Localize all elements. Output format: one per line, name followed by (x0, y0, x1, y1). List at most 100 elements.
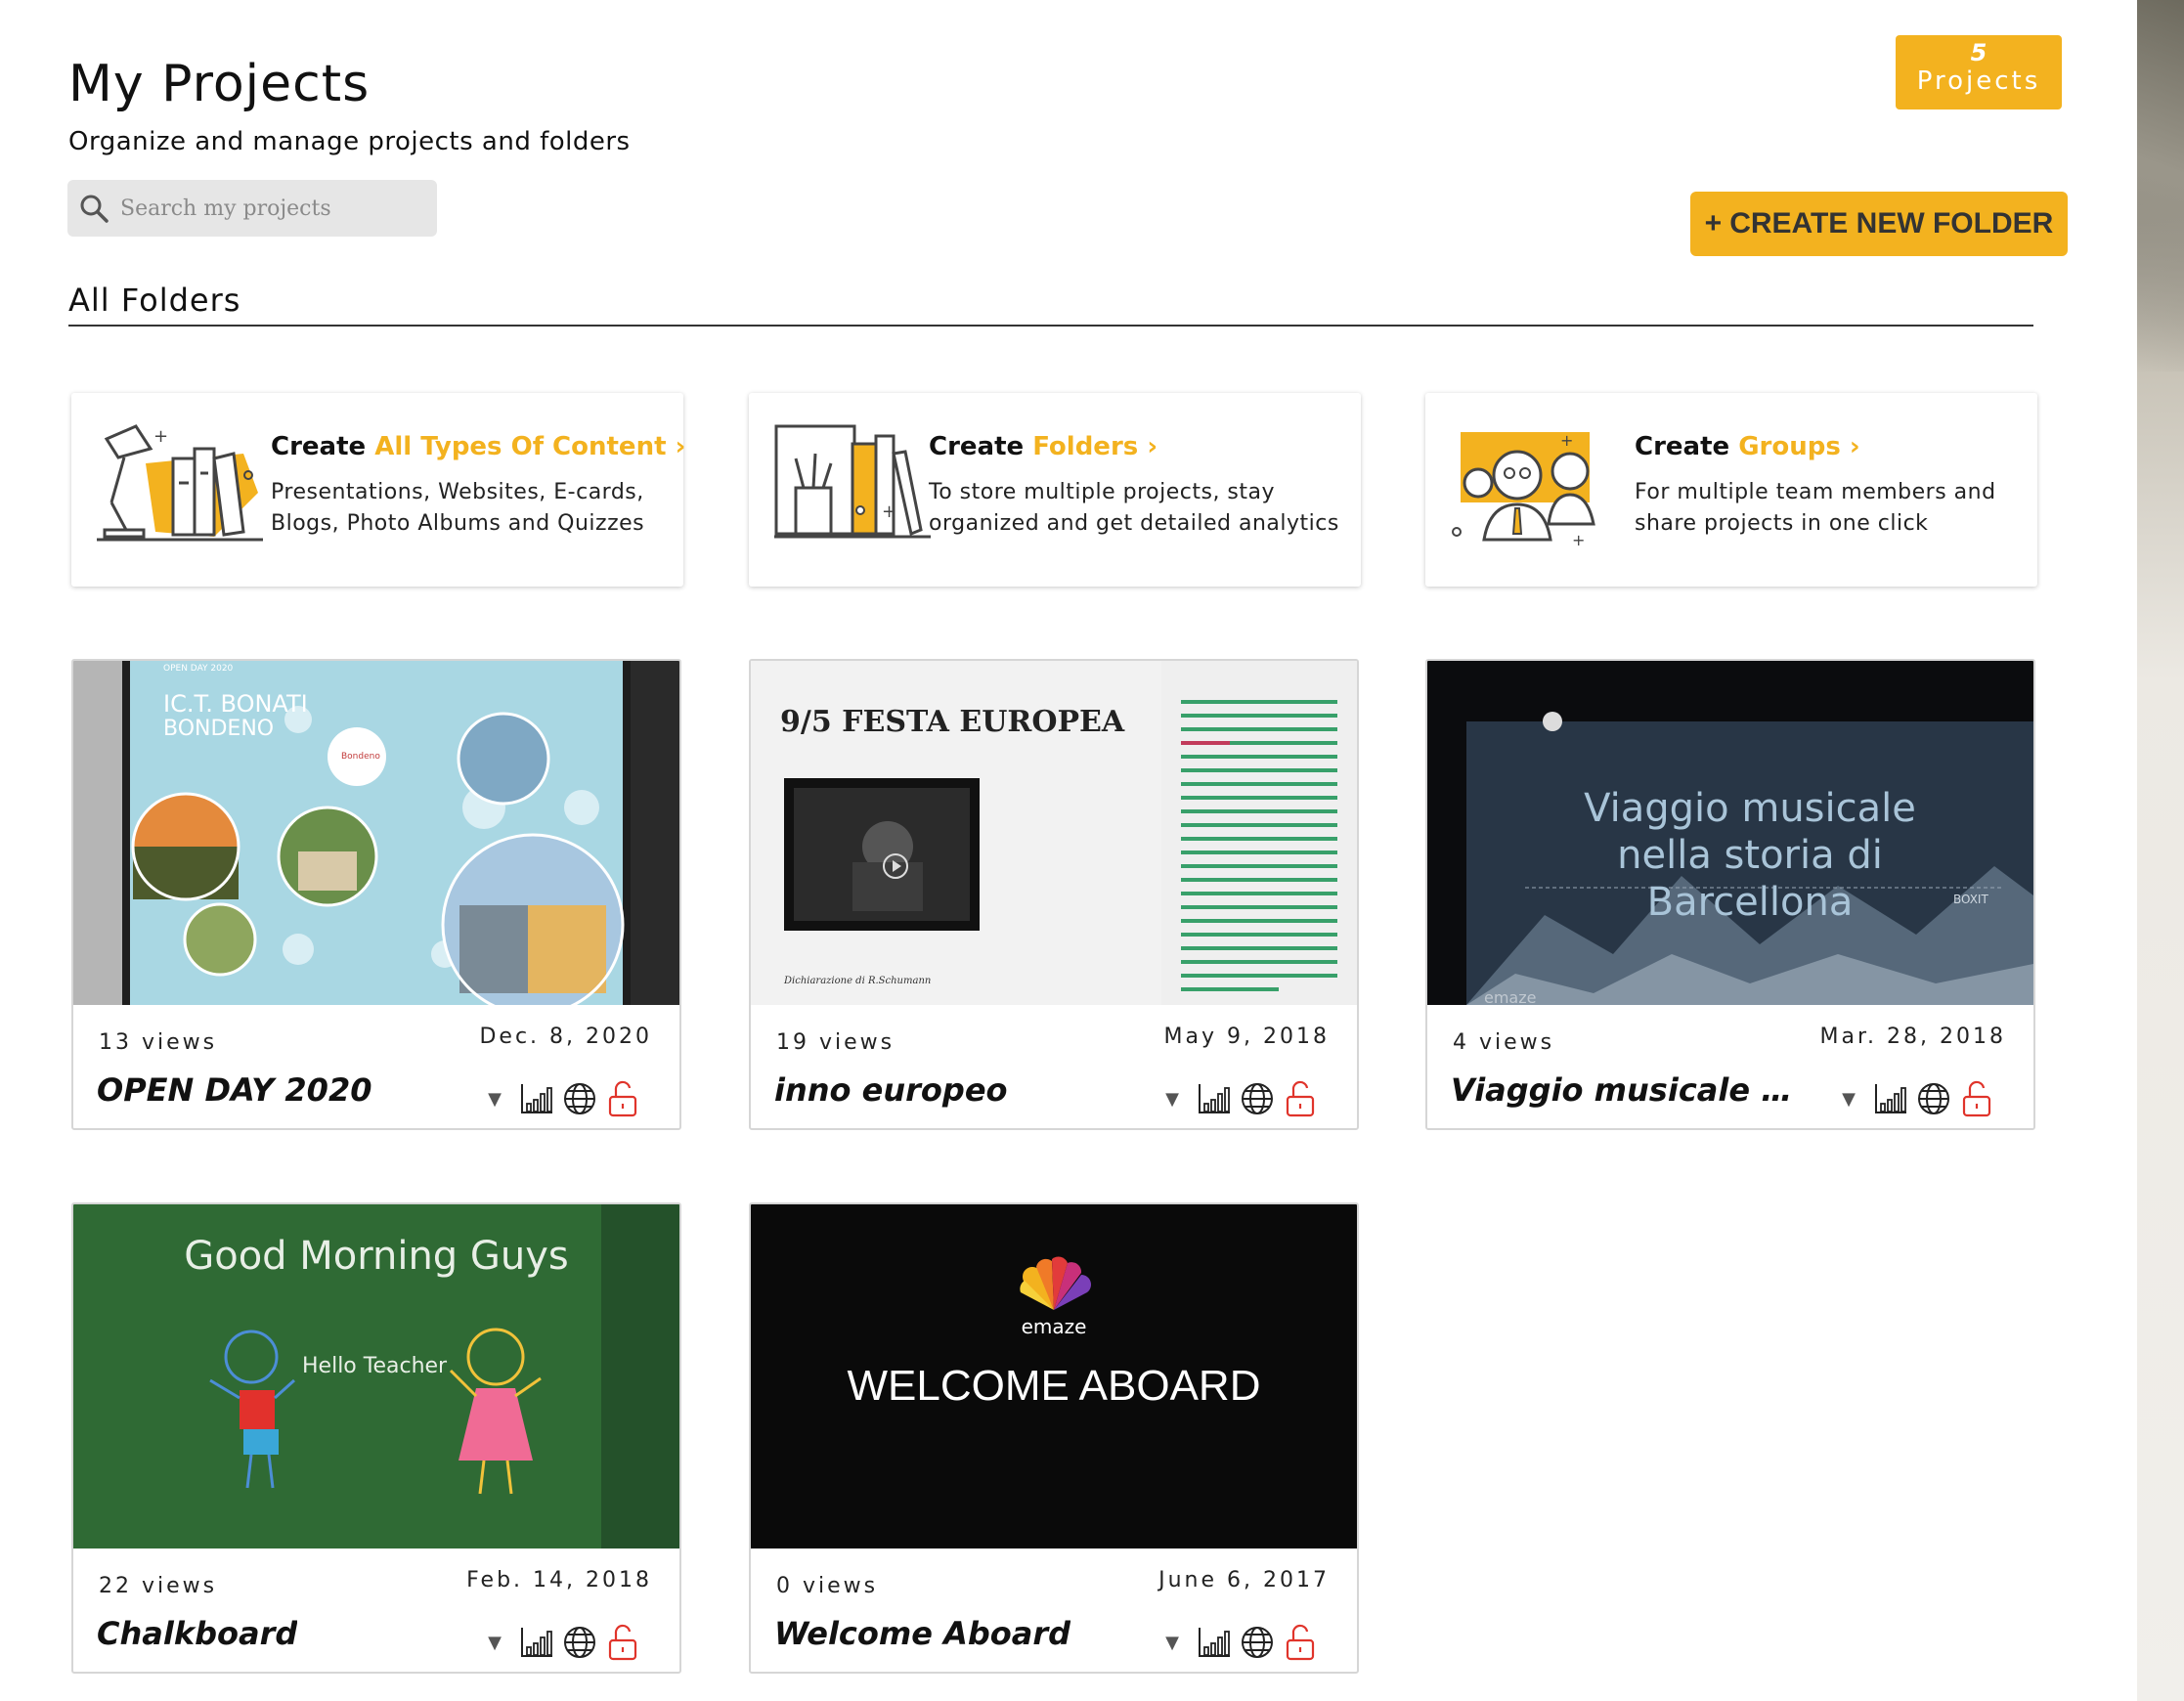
unlock-icon[interactable] (1283, 1623, 1318, 1662)
project-title[interactable]: OPEN DAY 2020 (97, 1071, 371, 1109)
project-card[interactable]: Good Morning Guys Hello Teacher 22 views… (71, 1202, 681, 1674)
project-date: Feb. 14, 2018 (466, 1568, 652, 1592)
promo-card-content[interactable]: + Create All Types Of Content › Presenta… (71, 393, 686, 587)
thumb-line: nella storia di (1617, 833, 1883, 878)
project-date: Dec. 8, 2020 (479, 1025, 652, 1049)
chevron-right-icon: › (675, 432, 686, 461)
thumb-line: BONDENO (163, 717, 274, 741)
project-title[interactable]: Viaggio musicale n... (1451, 1071, 1813, 1109)
globe-icon[interactable] (1916, 1081, 1951, 1116)
project-title[interactable]: Chalkboard (97, 1615, 297, 1652)
project-thumbnail[interactable]: OPEN DAY 2020 IC.T. BONATI BONDENO Bonde… (73, 661, 679, 1005)
analytics-icon[interactable] (1197, 1626, 1232, 1659)
unlock-icon[interactable] (1283, 1079, 1318, 1118)
promo-prefix: Create (271, 432, 367, 461)
section-title: All Folders (68, 282, 241, 319)
thumb-line: Viaggio musicale (1584, 786, 1916, 831)
unlock-icon[interactable] (605, 1079, 640, 1118)
create-new-folder-button[interactable]: + CREATE NEW FOLDER (1690, 192, 2068, 256)
search-icon (80, 195, 109, 223)
thumb-tag: BOXIT (1953, 893, 1988, 906)
views-count: 0 views (776, 1574, 879, 1598)
desk-lamp-books-illustration: + (97, 424, 263, 542)
views-count: 13 views (99, 1030, 218, 1055)
dropdown-arrow-icon[interactable]: ▼ (1165, 1089, 1179, 1110)
thumb-brand: emaze (1022, 1315, 1087, 1338)
thumb-heading: 9/5 FESTA EUROPEA (780, 705, 1125, 739)
promo-card-folders[interactable]: + Create Folders › To store multiple pro… (749, 393, 1361, 587)
promo-card-groups[interactable]: + + Create Groups › For multiple team me… (1425, 393, 2037, 587)
thumb-line: Barcellona (1647, 880, 1854, 925)
project-title[interactable]: Welcome Aboard (774, 1615, 1070, 1652)
svg-text:+: + (1572, 531, 1585, 549)
globe-icon[interactable] (1240, 1081, 1275, 1116)
svg-text:+: + (882, 502, 896, 522)
project-date: Mar. 28, 2018 (1819, 1025, 2006, 1049)
projects-count-label: Projects (1916, 66, 2041, 96)
thumb-line: IC.T. BONATI (163, 690, 308, 718)
search-box[interactable] (67, 180, 437, 237)
svg-text:+: + (153, 426, 168, 447)
project-date: May 9, 2018 (1163, 1025, 1330, 1049)
project-card[interactable]: emaze WELCOME ABOARD 0 views June 6, 201… (749, 1202, 1359, 1674)
project-card[interactable]: 9/5 FESTA EUROPEA Dichiarazione di R.Sch… (749, 659, 1359, 1130)
project-title[interactable]: inno europeo (774, 1071, 1008, 1109)
globe-icon[interactable] (1240, 1625, 1275, 1660)
create-new-folder-label: CREATE NEW FOLDER (1729, 207, 2054, 240)
dropdown-arrow-icon[interactable]: ▼ (488, 1633, 502, 1653)
project-thumbnail[interactable]: emaze WELCOME ABOARD (751, 1204, 1357, 1548)
svg-text:+: + (1560, 431, 1573, 450)
analytics-icon[interactable] (519, 1082, 554, 1115)
page-title: My Projects (68, 55, 371, 113)
dropdown-arrow-icon[interactable]: ▼ (1842, 1089, 1856, 1110)
plus-icon: + (1704, 207, 1723, 240)
search-input[interactable] (118, 195, 415, 222)
unlock-icon[interactable] (1959, 1079, 1994, 1118)
promo-desc-line: share projects in one click (1635, 511, 1929, 536)
promo-desc-line: Presentations, Websites, E-cards, (271, 480, 644, 504)
project-actions: ▼ (1165, 1623, 1318, 1662)
thumb-heading: Good Morning Guys (184, 1234, 569, 1279)
views-count: 22 views (99, 1574, 218, 1598)
project-thumbnail[interactable]: Viaggio musicale nella storia di Barcell… (1427, 661, 2033, 1005)
promo-desc-line: For multiple team members and (1635, 480, 1996, 504)
analytics-icon[interactable] (1197, 1082, 1232, 1115)
globe-icon[interactable] (562, 1625, 597, 1660)
thumb-tag: OPEN DAY 2020 (163, 664, 234, 674)
dropdown-arrow-icon[interactable]: ▼ (488, 1089, 502, 1110)
dropdown-arrow-icon[interactable]: ▼ (1165, 1633, 1179, 1653)
team-group-illustration: + + (1452, 431, 1595, 549)
project-actions: ▼ (488, 1079, 640, 1118)
promo-link-folders[interactable]: Folders (1032, 432, 1138, 461)
thumb-heading: WELCOME ABOARD (848, 1362, 1261, 1410)
chevron-right-icon: › (1849, 432, 1860, 461)
analytics-icon[interactable] (519, 1626, 554, 1659)
project-thumbnail[interactable]: Good Morning Guys Hello Teacher (73, 1204, 679, 1548)
background-strip (2137, 0, 2184, 1701)
project-actions: ▼ (1165, 1079, 1318, 1118)
promo-link-groups[interactable]: Groups (1738, 432, 1841, 461)
page-subtitle: Organize and manage projects and folders (68, 127, 631, 156)
project-card[interactable]: Viaggio musicale nella storia di Barcell… (1425, 659, 2035, 1130)
chevron-right-icon: › (1147, 432, 1158, 461)
views-count: 4 views (1453, 1030, 1555, 1055)
promo-prefix: Create (1635, 432, 1730, 461)
analytics-icon[interactable] (1873, 1082, 1908, 1115)
projects-count-badge: 5 Projects (1896, 35, 2062, 109)
promo-prefix: Create (929, 432, 1025, 461)
unlock-icon[interactable] (605, 1623, 640, 1662)
section-divider (68, 325, 2033, 327)
project-thumbnail[interactable]: 9/5 FESTA EUROPEA Dichiarazione di R.Sch… (751, 661, 1357, 1005)
project-actions: ▼ (1842, 1079, 1994, 1118)
thumb-caption: Dichiarazione di R.Schumann (783, 976, 931, 986)
folders-shelf-illustration: + (774, 424, 931, 539)
thumb-bubble: Hello Teacher (302, 1354, 448, 1378)
thumb-brand: emaze (1484, 988, 1536, 1005)
globe-icon[interactable] (562, 1081, 597, 1116)
views-count: 19 views (776, 1030, 895, 1055)
project-card[interactable]: OPEN DAY 2020 IC.T. BONATI BONDENO Bonde… (71, 659, 681, 1130)
promo-link-all-types[interactable]: All Types Of Content (374, 432, 666, 461)
project-date: June 6, 2017 (1158, 1568, 1330, 1592)
projects-count: 5 (1970, 39, 1987, 66)
promo-desc-line: To store multiple projects, stay (929, 480, 1276, 504)
